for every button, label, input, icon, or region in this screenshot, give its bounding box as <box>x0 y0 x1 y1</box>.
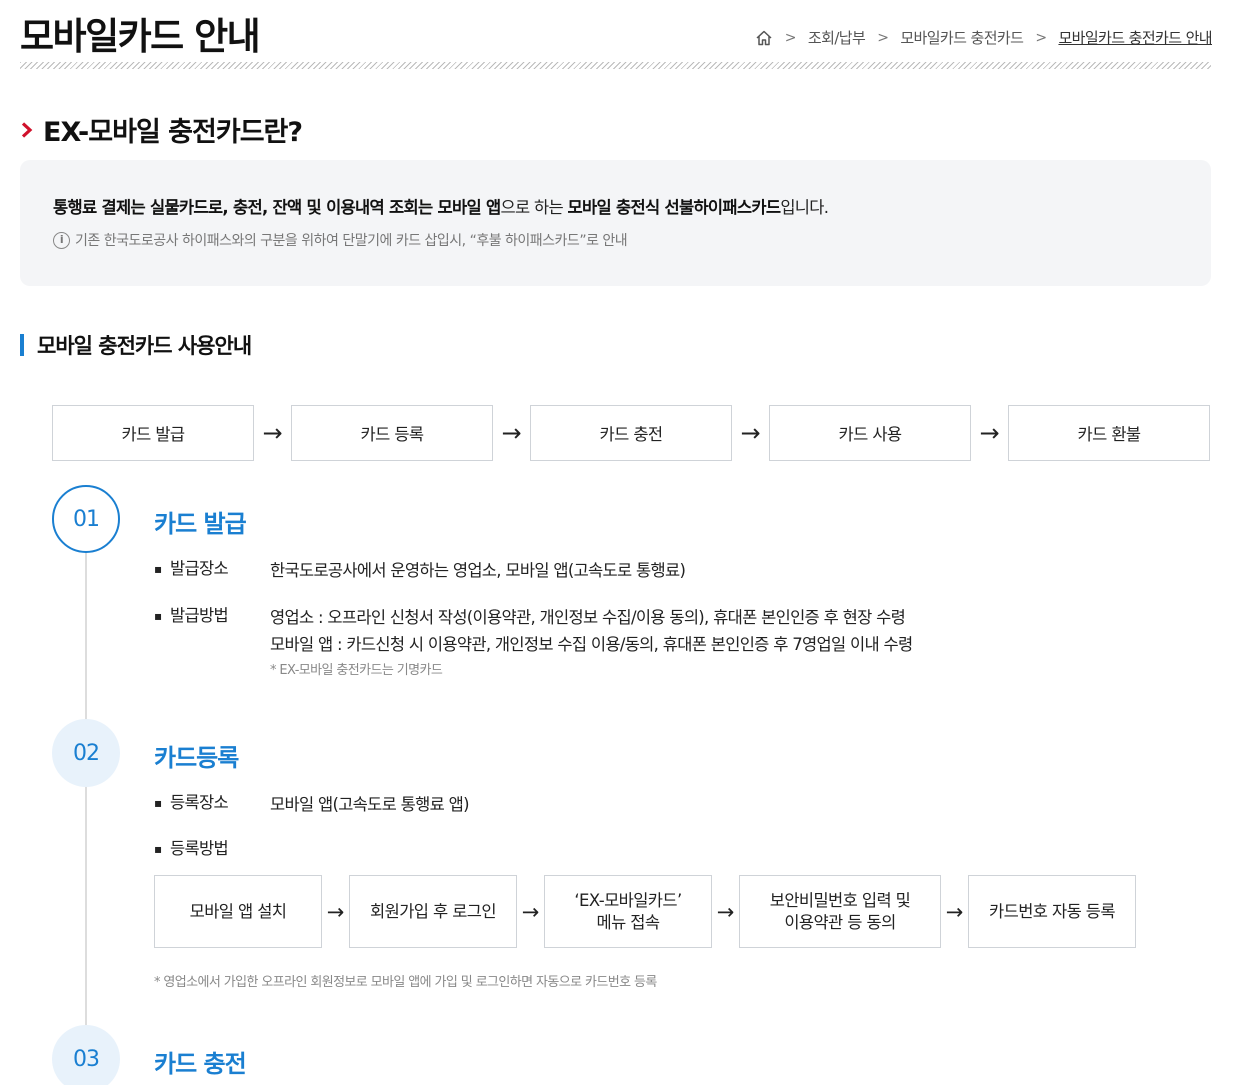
info-note: i 기존 한국도로공사 하이패스와의 구분을 위하여 단말기에 카드 삽입시, … <box>53 230 1178 250</box>
info-main-bold-2: 모바일 충전식 선불하이패스카드 <box>567 198 782 217</box>
arrow-right-icon: → <box>521 899 540 924</box>
arrow-right-icon: → <box>979 419 1000 447</box>
breadcrumb-item-mobilecard[interactable]: 모바일카드 충전카드 <box>900 27 1024 48</box>
list-item: ▪ 등록방법 <box>154 837 270 861</box>
breadcrumb: > 조회/납부 > 모바일카드 충전카드 > 모바일카드 충전카드 안내 <box>755 27 1213 48</box>
item-desc: 한국도로공사에서 운영하는 영업소, 모바일 앱(고속도로 통행료) <box>270 561 686 580</box>
item-label: 등록방법 <box>170 839 229 858</box>
step-title: 카드 충전 <box>154 1050 247 1078</box>
timeline-line <box>85 550 87 1030</box>
step-number: 01 <box>52 485 120 553</box>
register-flow: 모바일 앱 설치 → 회원가입 후 로그인 → ‘EX-모바일카드’ 메뉴 접속… <box>154 875 1136 948</box>
list-item: ▪ 등록장소 모바일 앱(고속도로 통행료 앱) <box>154 791 470 818</box>
chevron-right-icon: > <box>1035 29 1047 46</box>
register-step-auto: 카드번호 자동 등록 <box>968 875 1136 948</box>
usage-title: 모바일 충전카드 사용안내 <box>20 330 252 360</box>
step-title: 카드 발급 <box>154 510 247 538</box>
item-note: * EX-모바일 충전카드는 기명카드 <box>270 663 443 678</box>
header-divider <box>20 62 1211 69</box>
chevron-right-icon <box>21 121 33 138</box>
register-step-install: 모바일 앱 설치 <box>154 875 322 948</box>
register-step-menu: ‘EX-모바일카드’ 메뉴 접속 <box>544 875 712 948</box>
arrow-right-icon: → <box>501 419 522 447</box>
bullet-icon: ▪ <box>154 842 162 856</box>
chevron-right-icon: > <box>877 29 889 46</box>
step-number: 02 <box>52 719 120 787</box>
arrow-right-icon: → <box>945 899 964 924</box>
chevron-right-icon: > <box>784 29 797 46</box>
usage-flow: 카드 발급 → 카드 등록 → 카드 충전 → 카드 사용 → 카드 환불 <box>52 405 1210 461</box>
flow-step-issue: 카드 발급 <box>52 405 254 461</box>
bullet-icon: ▪ <box>154 609 162 623</box>
list-item: ▪ 발급방법 영업소 : 오프라인 신청서 작성(이용약관, 개인정보 수집/이… <box>154 604 913 684</box>
step-number: 03 <box>52 1025 120 1085</box>
flow-step-use: 카드 사용 <box>769 405 971 461</box>
info-main-text-2: 입니다. <box>780 198 829 217</box>
info-main-text: 통행료 결제는 실물카드로, 충전, 잔액 및 이용내역 조회는 모바일 앱으로… <box>53 194 1178 218</box>
item-desc-line: 영업소 : 오프라인 신청서 작성(이용약관, 개인정보 수집/이용 동의), … <box>270 608 906 627</box>
section-title-text: EX-모바일 충전카드란? <box>43 117 303 148</box>
item-label: 발급장소 <box>170 559 229 578</box>
item-label: 등록장소 <box>170 793 229 812</box>
arrow-right-icon: → <box>716 899 735 924</box>
usage-title-text: 모바일 충전카드 사용안내 <box>37 334 252 358</box>
breadcrumb-item-current[interactable]: 모바일카드 충전카드 안내 <box>1058 27 1212 48</box>
item-label: 발급방법 <box>170 606 229 625</box>
flow-step-register: 카드 등록 <box>291 405 493 461</box>
section-title: EX-모바일 충전카드란? <box>20 110 303 149</box>
breadcrumb-item-lookup[interactable]: 조회/납부 <box>808 27 866 48</box>
title-bar <box>20 334 24 356</box>
register-step-agree: 보안비밀번호 입력 및 이용약관 등 동의 <box>739 875 941 948</box>
flow-step-refund: 카드 환불 <box>1008 405 1210 461</box>
bullet-icon: ▪ <box>154 796 162 810</box>
info-note-text: 기존 한국도로공사 하이패스와의 구분을 위하여 단말기에 카드 삽입시, “후… <box>75 233 628 249</box>
item-desc: 영업소 : 오프라인 신청서 작성(이용약관, 개인정보 수집/이용 동의), … <box>270 604 913 684</box>
info-box: 통행료 결제는 실물카드로, 충전, 잔액 및 이용내역 조회는 모바일 앱으로… <box>20 160 1211 286</box>
arrow-right-icon: → <box>326 899 345 924</box>
register-note: * 영업소에서 가입한 오프라인 회원정보로 모바일 앱에 가입 및 로그인하면… <box>154 975 657 990</box>
list-item: ▪ 발급장소 한국도로공사에서 운영하는 영업소, 모바일 앱(고속도로 통행료… <box>154 557 686 584</box>
arrow-right-icon: → <box>740 419 761 447</box>
info-main-text-1: 으로 하는 <box>500 198 568 217</box>
page-title: 모바일카드 안내 <box>20 15 261 58</box>
flow-step-charge: 카드 충전 <box>530 405 732 461</box>
item-desc-line: 모바일 앱 : 카드신청 시 이용약관, 개인정보 수집 이용/동의, 휴대폰 … <box>270 635 913 654</box>
bullet-icon: ▪ <box>154 562 162 576</box>
item-desc: 모바일 앱(고속도로 통행료 앱) <box>270 795 470 814</box>
step-title: 카드등록 <box>154 744 239 772</box>
register-step-login: 회원가입 후 로그인 <box>349 875 517 948</box>
home-icon[interactable] <box>755 29 773 47</box>
arrow-right-icon: → <box>262 419 283 447</box>
info-icon: i <box>53 231 70 249</box>
info-main-bold-1: 통행료 결제는 실물카드로, 충전, 잔액 및 이용내역 조회는 모바일 앱 <box>53 198 501 217</box>
